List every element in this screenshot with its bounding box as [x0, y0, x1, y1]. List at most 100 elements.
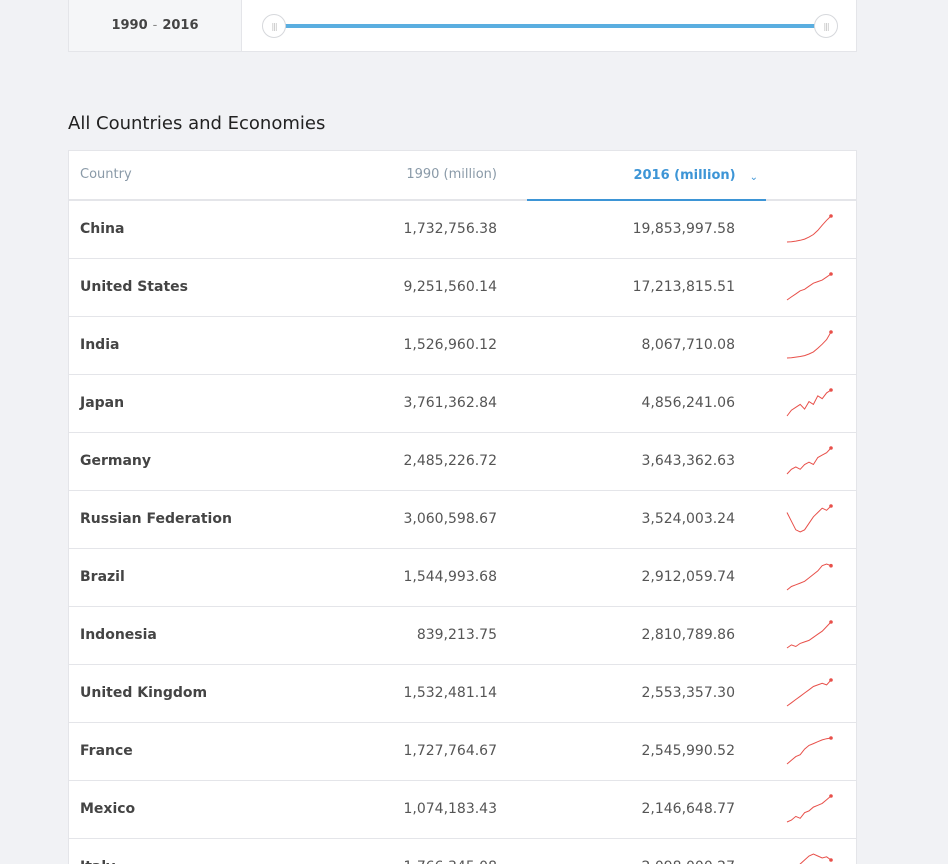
range-start-handle[interactable]: ||| [262, 14, 286, 38]
sparkline-line [786, 679, 832, 707]
value-1990: 1,766,345.08 [403, 859, 497, 864]
year-range-label: 1990 - 2016 [69, 0, 242, 51]
sparkline-end-dot [829, 388, 833, 392]
value-1990: 2,485,226.72 [403, 453, 497, 469]
table-row[interactable]: United States 9,251,560.14 17,213,815.51 [69, 259, 856, 317]
country-name: United Kingdom [80, 685, 208, 701]
year-range-filter: 1990 - 2016 ||| ||| [68, 0, 857, 52]
countries-table: Country 1990 (million) 2016 (million) ⌄ … [68, 150, 857, 864]
country-name: Japan [80, 395, 125, 411]
sparkline-end-dot [829, 794, 833, 798]
sparkline-line [786, 795, 832, 823]
country-name: Russian Federation [80, 511, 232, 527]
chevron-down-icon: ⌄ [749, 171, 758, 183]
value-2016: 2,912,059.74 [641, 569, 735, 585]
table-row[interactable]: France 1,727,764.67 2,545,990.52 [69, 723, 856, 781]
value-1990: 1,526,960.12 [403, 337, 497, 353]
country-name: France [80, 743, 133, 759]
table-row[interactable]: Mexico 1,074,183.43 2,146,648.77 [69, 781, 856, 839]
sparkline-line [786, 389, 832, 417]
country-name: China [80, 221, 125, 237]
sparkline-line [799, 853, 832, 864]
sparkline-line [786, 331, 832, 359]
value-2016: 2,810,789.86 [641, 627, 735, 643]
column-header-2016[interactable]: 2016 (million) ⌄ [527, 151, 766, 201]
trend-sparkline [786, 794, 833, 823]
table-row[interactable]: Indonesia 839,213.75 2,810,789.86 [69, 607, 856, 665]
sparkline-line [786, 737, 832, 765]
value-2016: 19,853,997.58 [632, 221, 735, 237]
slider-grip-icon: ||| [271, 21, 277, 31]
sparkline-line [786, 273, 832, 301]
section-title: All Countries and Economies [68, 113, 326, 134]
table-row[interactable]: India 1,526,960.12 8,067,710.08 [69, 317, 856, 375]
trend-sparkline [786, 678, 833, 707]
table-body: China 1,732,756.38 19,853,997.58 United Sta… [69, 201, 856, 864]
sparkline-line [786, 621, 832, 649]
trend-sparkline [786, 563, 833, 591]
column-header-country[interactable]: Country [80, 167, 132, 182]
country-name: Germany [80, 453, 152, 469]
sparkline-end-dot [829, 736, 833, 740]
trend-sparkline [786, 272, 833, 301]
country-name: United States [80, 279, 188, 295]
value-2016: 3,643,362.63 [641, 453, 735, 469]
trend-sparkline [786, 504, 833, 533]
range-start-year: 1990 [111, 18, 148, 33]
value-1990: 1,532,481.14 [403, 685, 497, 701]
value-1990: 3,060,598.67 [403, 511, 497, 527]
value-1990: 9,251,560.14 [403, 279, 497, 295]
sparkline-end-dot [829, 563, 833, 568]
range-end-year: 2016 [162, 18, 199, 33]
trend-sparkline [786, 214, 833, 243]
value-2016: 2,553,357.30 [641, 685, 735, 701]
table-row[interactable]: Japan 3,761,362.84 4,856,241.06 [69, 375, 856, 433]
table-header: Country 1990 (million) 2016 (million) ⌄ [69, 151, 856, 201]
value-1990: 1,732,756.38 [403, 221, 497, 237]
trend-sparkline [786, 736, 833, 765]
sparkline-end-dot [829, 858, 833, 862]
range-separator: - [152, 18, 158, 33]
trend-sparkline [786, 446, 833, 475]
table-row[interactable]: Italy 1,766,345.08 2,098,000.27 [69, 839, 856, 864]
table-row[interactable]: United Kingdom 1,532,481.14 2,553,357.30 [69, 665, 856, 723]
country-name: Italy [80, 859, 115, 864]
value-2016: 2,098,000.27 [641, 859, 735, 864]
range-end-handle[interactable]: ||| [814, 14, 838, 38]
value-2016: 17,213,815.51 [632, 279, 735, 295]
value-2016: 3,524,003.24 [641, 511, 735, 527]
table-row[interactable]: Brazil 1,544,993.68 2,912,059.74 [69, 549, 856, 607]
sparkline-end-dot [829, 446, 833, 450]
value-1990: 3,761,362.84 [403, 395, 497, 411]
sparkline-end-dot [829, 214, 833, 218]
value-1990: 1,544,993.68 [403, 569, 497, 585]
value-2016: 8,067,710.08 [641, 337, 735, 353]
sparkline-end-dot [829, 504, 833, 508]
trend-sparkline [799, 853, 833, 864]
column-header-2016-label: 2016 (million) [633, 167, 736, 183]
sparkline-end-dot [829, 272, 833, 276]
value-2016: 2,146,648.77 [641, 801, 735, 817]
sparkline-line [786, 563, 832, 591]
trend-sparkline [786, 388, 833, 417]
slider-grip-icon: ||| [823, 21, 829, 31]
sparkline-end-dot [829, 330, 833, 334]
table-row[interactable]: Russian Federation 3,060,598.67 3,524,003.… [69, 491, 856, 549]
country-name: Indonesia [80, 627, 157, 643]
table-row[interactable]: Germany 2,485,226.72 3,643,362.63 [69, 433, 856, 491]
trend-sparkline [786, 330, 833, 359]
country-name: Brazil [80, 569, 125, 585]
country-name: Mexico [80, 801, 136, 817]
value-1990: 839,213.75 [416, 627, 497, 643]
column-header-1990[interactable]: 1990 (million) [406, 167, 497, 182]
sparkline-end-dot [829, 678, 833, 682]
value-1990: 1,727,764.67 [403, 743, 497, 759]
value-1990: 1,074,183.43 [403, 801, 497, 817]
table-row[interactable]: China 1,732,756.38 19,853,997.58 [69, 201, 856, 259]
country-name: India [80, 337, 120, 353]
range-slider-track[interactable] [274, 24, 826, 28]
sparkline-end-dot [829, 620, 833, 624]
value-2016: 2,545,990.52 [641, 743, 735, 759]
sparkline-line [786, 215, 832, 243]
sparkline-line [786, 505, 832, 533]
